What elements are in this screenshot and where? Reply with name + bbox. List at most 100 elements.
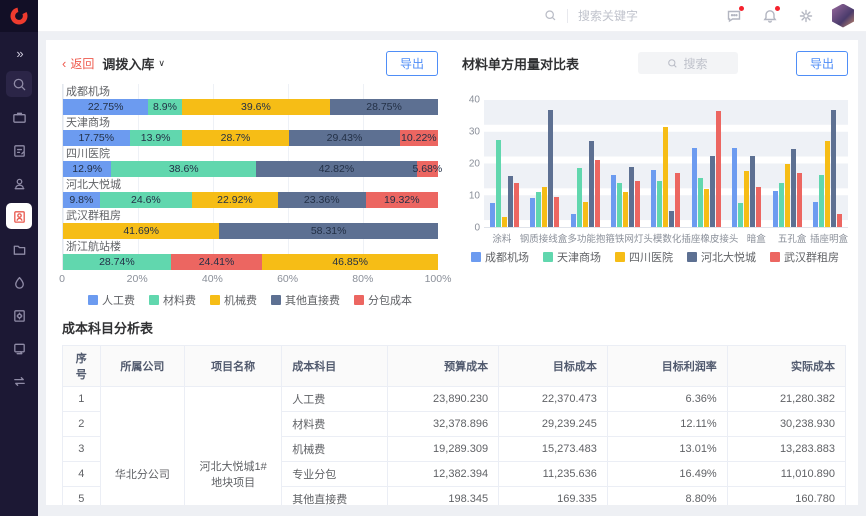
legend-item[interactable]: 机械费 <box>210 292 257 308</box>
legend-item[interactable]: 分包成本 <box>354 292 412 308</box>
stack-segment[interactable]: 28.74% <box>63 254 171 270</box>
stack-segment[interactable]: 5.68% <box>417 161 438 177</box>
bar[interactable] <box>508 176 513 227</box>
stack-segment[interactable]: 17.75% <box>63 130 130 146</box>
stack-segment[interactable]: 10.22% <box>400 130 438 146</box>
stack-segment[interactable]: 22.75% <box>63 99 148 115</box>
export-button-left[interactable]: 导出 <box>386 51 438 76</box>
bar[interactable] <box>530 198 535 227</box>
stack-segment[interactable]: 24.41% <box>171 254 263 270</box>
bar[interactable] <box>779 183 784 227</box>
legend-item[interactable]: 河北大悦城 <box>687 249 756 265</box>
stack-segment[interactable]: 38.6% <box>111 161 256 177</box>
bar[interactable] <box>629 167 634 227</box>
bar[interactable] <box>692 148 697 227</box>
bar[interactable] <box>738 203 743 227</box>
bar[interactable] <box>635 181 640 227</box>
bar[interactable] <box>577 168 582 227</box>
bar[interactable] <box>797 173 802 227</box>
message-icon[interactable] <box>724 6 744 26</box>
legend-item[interactable]: 人工费 <box>88 292 135 308</box>
bar[interactable] <box>595 160 600 227</box>
stack-segment[interactable]: 28.7% <box>182 130 290 146</box>
bar[interactable] <box>750 156 755 227</box>
bar[interactable] <box>623 192 628 227</box>
stack-segment[interactable]: 46.85% <box>262 254 438 270</box>
bar[interactable] <box>554 197 559 227</box>
stack-segment[interactable]: 22.92% <box>192 192 278 208</box>
sidebar-item-monitor[interactable] <box>6 335 32 361</box>
sidebar-item-drop[interactable] <box>6 269 32 295</box>
bar[interactable] <box>589 141 594 227</box>
sidebar-item-transfer[interactable] <box>6 368 32 394</box>
legend-item[interactable]: 材料费 <box>149 292 196 308</box>
sidebar-item-folder[interactable] <box>6 236 32 262</box>
bar[interactable] <box>663 127 668 227</box>
bar[interactable] <box>791 149 796 227</box>
stack-segment[interactable]: 24.6% <box>100 192 192 208</box>
bar[interactable] <box>657 181 662 227</box>
bar[interactable] <box>710 156 715 227</box>
stack-segment[interactable]: 13.9% <box>130 130 182 146</box>
bar[interactable] <box>651 170 656 227</box>
stack-segment[interactable]: 41.69% <box>63 223 219 239</box>
bar[interactable] <box>813 202 818 227</box>
bar[interactable] <box>716 111 721 227</box>
sidebar-item-clipboard-gear[interactable] <box>6 302 32 328</box>
bar[interactable] <box>542 187 547 227</box>
bar[interactable] <box>704 189 709 227</box>
bar[interactable] <box>756 187 761 227</box>
bell-icon[interactable] <box>760 6 780 26</box>
gear-icon[interactable] <box>796 6 816 26</box>
sidebar-item-clipboard-edit[interactable] <box>6 137 32 163</box>
bar[interactable] <box>744 171 749 227</box>
bar[interactable] <box>675 173 680 227</box>
bar[interactable] <box>583 202 588 227</box>
bar[interactable] <box>490 203 495 227</box>
material-search-input[interactable]: 搜索 <box>638 52 738 74</box>
stack-segment[interactable]: 23.36% <box>278 192 366 208</box>
bar[interactable] <box>837 214 842 227</box>
stack-segment[interactable]: 12.9% <box>63 161 111 177</box>
legend-item[interactable]: 武汉群租房 <box>770 249 839 265</box>
allocation-title[interactable]: 调拨入库 <box>102 54 154 73</box>
bar[interactable] <box>819 175 824 227</box>
sidebar-item-briefcase[interactable] <box>6 104 32 130</box>
chevron-down-icon[interactable]: ∨ <box>158 58 165 69</box>
sidebar-expand-icon[interactable]: » <box>16 46 21 61</box>
sidebar-item-clipboard-user-active[interactable] <box>6 203 32 229</box>
bar[interactable] <box>496 140 501 227</box>
bar[interactable] <box>514 183 519 227</box>
stack-segment[interactable]: 8.9% <box>148 99 181 115</box>
app-logo[interactable] <box>0 0 38 32</box>
stack-segment[interactable]: 42.82% <box>256 161 417 177</box>
stack-segment[interactable]: 29.43% <box>289 130 399 146</box>
stack-segment[interactable]: 58.31% <box>219 223 438 239</box>
bar[interactable] <box>825 141 830 227</box>
stack-segment[interactable]: 9.8% <box>63 192 100 208</box>
legend-item[interactable]: 四川医院 <box>615 249 673 265</box>
sidebar-item-user-stamp[interactable] <box>6 170 32 196</box>
bar[interactable] <box>773 191 778 228</box>
stack-segment[interactable]: 19.32% <box>366 192 438 208</box>
bar[interactable] <box>732 148 737 227</box>
legend-item[interactable]: 其他直接费 <box>271 292 340 308</box>
bar[interactable] <box>571 214 576 227</box>
legend-item[interactable]: 天津商场 <box>543 249 601 265</box>
bar[interactable] <box>536 192 541 227</box>
stack-segment[interactable]: 39.6% <box>182 99 330 115</box>
stack-segment[interactable]: 28.75% <box>330 99 438 115</box>
export-button-right[interactable]: 导出 <box>796 51 848 76</box>
bar[interactable] <box>831 110 836 227</box>
sidebar-item-search[interactable] <box>6 71 32 97</box>
bar[interactable] <box>617 183 622 227</box>
bar[interactable] <box>669 211 674 227</box>
legend-item[interactable]: 成都机场 <box>471 249 529 265</box>
bar[interactable] <box>548 110 553 227</box>
back-link[interactable]: ‹ 返回 <box>62 55 94 72</box>
bar[interactable] <box>785 164 790 228</box>
avatar[interactable] <box>832 4 854 28</box>
global-search[interactable]: 搜索关键字 <box>544 7 668 24</box>
bar[interactable] <box>611 175 616 227</box>
bar[interactable] <box>502 217 507 227</box>
